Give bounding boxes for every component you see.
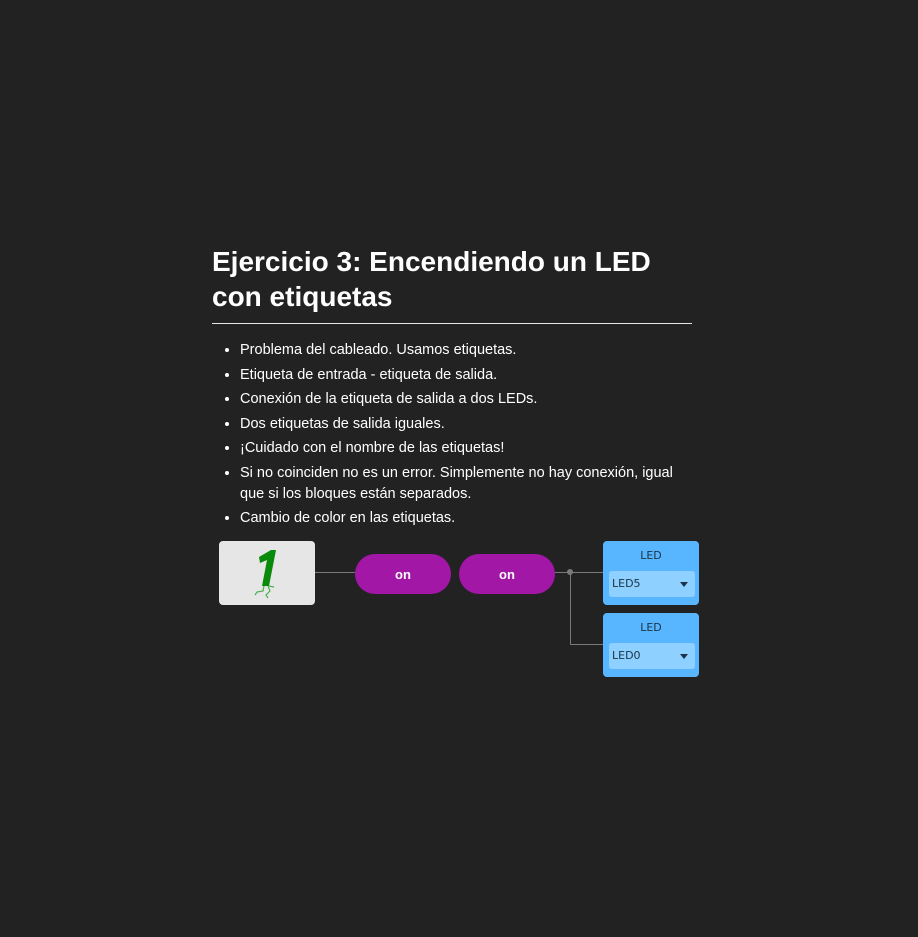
list-item: Conexión de la etiqueta de salida a dos … bbox=[240, 389, 692, 410]
bullet-list: Problema del cableado. Usamos etiquetas.… bbox=[212, 340, 692, 533]
caret-down-icon bbox=[680, 654, 688, 659]
list-item: Dos etiquetas de salida iguales. bbox=[240, 414, 692, 435]
wire-branch-to-led0 bbox=[570, 644, 603, 645]
digit-one-walking-icon bbox=[254, 550, 276, 599]
list-item: Problema del cableado. Usamos etiquetas. bbox=[240, 340, 692, 361]
wire-branch-vertical bbox=[570, 572, 571, 644]
caret-down-icon bbox=[680, 582, 688, 587]
wire-tag-to-led5 bbox=[555, 572, 603, 573]
page-title: Ejercicio 3: Encendiendo un LED con etiq… bbox=[212, 246, 651, 312]
input-tag-on[interactable]: on bbox=[355, 554, 451, 594]
list-item: Etiqueta de entrada - etiqueta de salida… bbox=[240, 365, 692, 386]
led-select-dropdown[interactable]: LED0 bbox=[609, 643, 695, 669]
led-select-dropdown[interactable]: LED5 bbox=[609, 571, 695, 597]
wire-junction bbox=[567, 569, 573, 575]
wire-constant-to-tag bbox=[315, 572, 355, 573]
list-item: Cambio de color en las etiquetas. bbox=[240, 508, 692, 529]
constant-one-block[interactable] bbox=[219, 541, 315, 605]
led-block-led5[interactable]: LED LED5 bbox=[603, 541, 699, 605]
list-item: Si no coinciden no es un error. Simpleme… bbox=[240, 463, 692, 505]
output-tag-on[interactable]: on bbox=[459, 554, 555, 594]
list-item: ¡Cuidado con el nombre de las etiquetas! bbox=[240, 438, 692, 459]
led-select-value: LED5 bbox=[612, 577, 641, 590]
led-block-title: LED bbox=[640, 549, 662, 562]
led-block-led0[interactable]: LED LED0 bbox=[603, 613, 699, 677]
title-divider bbox=[212, 323, 692, 324]
led-block-title: LED bbox=[640, 621, 662, 634]
led-select-value: LED0 bbox=[612, 649, 641, 662]
